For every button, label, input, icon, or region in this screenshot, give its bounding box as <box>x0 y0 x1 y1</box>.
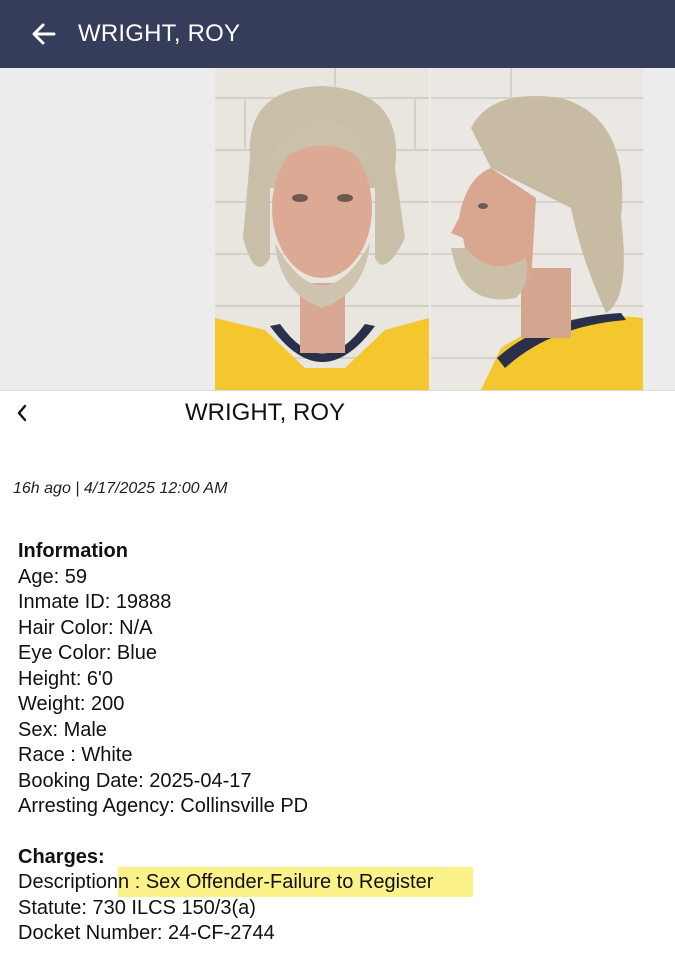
age-field: Age: 59 <box>18 565 87 588</box>
charge-description: Descriptionn : Sex Offender-Failure to R… <box>18 867 658 897</box>
statute-field: Statute: 730 ILCS 150/3(a) <box>18 896 256 919</box>
docket-number-field: Docket Number: 24-CF-2744 <box>18 922 275 944</box>
hair-color-field: Hair Color: N/A <box>18 616 153 639</box>
race-field: Race : White <box>18 744 133 766</box>
weight-field: Weight: 200 <box>18 693 125 715</box>
inmate-details: Information Age: 59 Inmate ID: 19888 Hai… <box>18 539 658 947</box>
booking-date-field: Booking Date: 2025-04-17 <box>18 769 252 792</box>
charge-description-label: Description <box>18 871 119 893</box>
highlighted-text: n : Sex Offender-Failure to Register <box>118 867 474 897</box>
mugshot-profile-photo[interactable] <box>431 68 643 390</box>
post-timestamp: 16h ago | 4/17/2025 12:00 AM <box>13 480 228 497</box>
sex-field: Sex: Male <box>18 718 107 741</box>
detail-header: WRIGHT, ROY <box>0 390 675 437</box>
app-bar-title: WRIGHT, ROY <box>78 20 241 47</box>
arresting-agency-field: Arresting Agency: Collinsville PD <box>18 795 309 817</box>
inmate-id-field: Inmate ID: 19888 <box>18 591 172 613</box>
app-bar: WRIGHT, ROY <box>0 0 675 68</box>
height-field: Height: 6'0 <box>18 667 113 690</box>
detail-title: WRIGHT, ROY <box>185 399 345 426</box>
arrow-left-icon <box>32 23 56 45</box>
charges-section: Charges: Descriptionn : Sex Offender-Fai… <box>18 845 658 947</box>
mugshot-gallery <box>0 68 675 390</box>
information-heading: Information <box>18 540 128 562</box>
eye-color-field: Eye Color: Blue <box>18 642 157 664</box>
mugshot-front-photo[interactable] <box>215 68 429 390</box>
back-button[interactable] <box>24 14 64 54</box>
